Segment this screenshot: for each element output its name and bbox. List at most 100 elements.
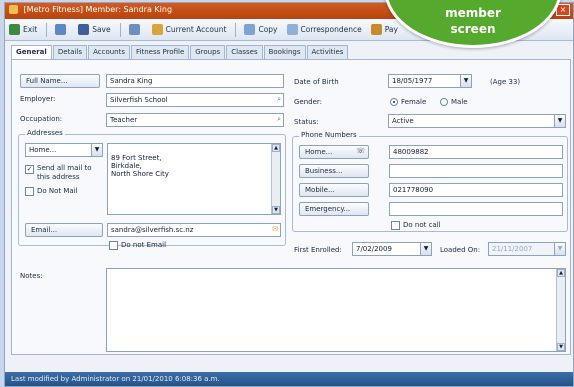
search-icon[interactable]: ⌕ xyxy=(277,95,281,104)
phone-numbers-title: Phone Numbers xyxy=(299,131,359,139)
send-mail-checkbox[interactable]: ✓ xyxy=(25,165,34,174)
first-enrolled-value: 7/02/2009 xyxy=(356,245,392,253)
copy-button[interactable]: Copy xyxy=(244,24,278,35)
address-value: 89 Fort Street, Birkdale, North Shore Ci… xyxy=(111,154,169,178)
employer-value: Silverfish School xyxy=(110,96,168,104)
exit-icon xyxy=(9,24,20,35)
badge-line-1: member xyxy=(445,6,501,20)
addresses-title: Addresses xyxy=(25,129,65,137)
member-window: [Metro Fitness] Member: Sandra King Exit… xyxy=(4,2,574,387)
status-select[interactable]: Active ▼ xyxy=(388,114,566,128)
gender-female-radio[interactable] xyxy=(390,98,398,106)
scroll-up-icon[interactable]: ▲ xyxy=(272,144,280,152)
gender-label: Gender: xyxy=(294,98,323,106)
link-button[interactable] xyxy=(128,24,143,35)
first-enrolled-field[interactable]: 7/02/2009 ▼ xyxy=(352,242,432,256)
occupation-label: Occupation: xyxy=(20,115,63,123)
correspondence-button[interactable]: Correspondence xyxy=(286,24,362,35)
mobile-phone-button[interactable]: Mobile... xyxy=(299,183,369,197)
employer-label: Employer: xyxy=(20,95,56,103)
do-not-email-label: Do not Email xyxy=(121,241,167,249)
badge-line-2: screen xyxy=(450,22,496,36)
phone-numbers-group: Phone Numbers Home... ☏ 48009882 Busines… xyxy=(292,131,568,232)
address-scrollbar[interactable]: ▲ ▼ xyxy=(271,144,280,214)
search-icon[interactable]: ⌕ xyxy=(277,115,281,124)
mobile-phone-field[interactable]: 021778090 xyxy=(389,183,563,197)
copy-icon xyxy=(244,24,256,35)
gender-female-label: Female xyxy=(401,98,427,106)
status-value: Active xyxy=(392,117,414,125)
emergency-phone-field[interactable] xyxy=(389,202,563,216)
email-field[interactable]: sandra@silverfish.sc.nz ✉ xyxy=(107,223,281,237)
home-phone-button[interactable]: Home... ☏ xyxy=(299,145,369,159)
app-icon xyxy=(9,5,18,14)
gender-male-label: Male xyxy=(451,98,468,106)
home-phone-field[interactable]: 48009882 xyxy=(389,145,563,159)
scroll-up-icon[interactable]: ▲ xyxy=(557,269,565,277)
tab-fitness-profile[interactable]: Fitness Profile xyxy=(131,45,190,59)
new-button[interactable] xyxy=(55,24,69,35)
tab-activities[interactable]: Activities xyxy=(306,45,349,59)
window-title: [Metro Fitness] Member: Sandra King xyxy=(23,5,173,14)
tab-general[interactable]: General xyxy=(11,45,52,59)
full-name-button[interactable]: Full Name... xyxy=(20,74,100,88)
address-type-value: Home... xyxy=(29,146,57,154)
tab-bookings[interactable]: Bookings xyxy=(263,45,306,59)
link-icon xyxy=(128,24,140,35)
tab-details[interactable]: Details xyxy=(52,45,88,59)
loaded-on-label: Loaded On: xyxy=(440,246,481,254)
pay-icon xyxy=(370,24,382,35)
age-text: (Age 33) xyxy=(490,78,521,86)
business-phone-button[interactable]: Business... xyxy=(299,164,369,178)
address-type-select[interactable]: Home... ▼ xyxy=(25,143,103,157)
scroll-down-icon[interactable]: ▼ xyxy=(272,206,280,214)
correspondence-icon xyxy=(286,24,298,35)
tab-accounts[interactable]: Accounts xyxy=(88,45,131,59)
dob-value: 18/05/1977 xyxy=(392,77,433,85)
account-icon xyxy=(151,24,163,35)
chevron-down-icon: ▼ xyxy=(554,243,565,255)
send-mail-label: Send all mail to this address xyxy=(37,164,92,181)
send-email-icon[interactable]: ✉ xyxy=(272,225,278,233)
chevron-down-icon[interactable]: ▼ xyxy=(460,75,471,87)
loaded-on-field: 21/11/2007 ▼ xyxy=(488,242,566,256)
notes-label: Notes: xyxy=(20,272,43,280)
full-name-field[interactable]: Sandra King xyxy=(106,74,284,88)
employer-field[interactable]: Silverfish School ⌕ xyxy=(106,93,284,107)
loaded-on-value: 21/11/2007 xyxy=(492,245,533,253)
notes-field[interactable]: ▲ ▼ xyxy=(106,268,566,352)
notes-scrollbar[interactable]: ▲ ▼ xyxy=(556,269,565,351)
gender-male-radio[interactable] xyxy=(440,98,448,106)
tab-groups[interactable]: Groups xyxy=(190,45,226,59)
phone-icon: ☏ xyxy=(356,147,365,155)
addresses-group: Addresses Home... ▼ 89 Fort Street, Birk… xyxy=(18,129,286,250)
email-value: sandra@silverfish.sc.nz xyxy=(111,226,194,234)
exit-button[interactable]: Exit xyxy=(9,24,37,35)
dob-field[interactable]: 18/05/1977 ▼ xyxy=(388,74,472,88)
emergency-phone-button[interactable]: Emergency... xyxy=(299,202,369,216)
chevron-down-icon[interactable]: ▼ xyxy=(420,243,431,255)
toolbar-separator xyxy=(235,22,237,37)
status-label: Status: xyxy=(294,118,319,126)
chevron-down-icon[interactable]: ▼ xyxy=(554,115,565,127)
scroll-down-icon[interactable]: ▼ xyxy=(557,343,565,351)
do-not-mail-checkbox[interactable] xyxy=(25,187,34,196)
current-account-button[interactable]: Current Account xyxy=(151,24,226,35)
do-not-email-checkbox[interactable] xyxy=(109,241,118,250)
occupation-value: Teacher xyxy=(110,116,138,124)
address-field[interactable]: 89 Fort Street, Birkdale, North Shore Ci… xyxy=(107,143,281,215)
toolbar-separator xyxy=(119,22,121,37)
business-phone-field[interactable] xyxy=(389,164,563,178)
occupation-field[interactable]: Teacher ⌕ xyxy=(106,113,284,127)
toolbar-separator xyxy=(46,22,48,37)
chevron-down-icon[interactable]: ▼ xyxy=(91,144,102,156)
do-not-mail-label: Do Not Mail xyxy=(37,187,78,195)
tab-strip: General Details Accounts Fitness Profile… xyxy=(11,45,349,59)
tab-classes[interactable]: Classes xyxy=(226,45,263,59)
email-button[interactable]: Email... xyxy=(25,223,103,237)
general-panel: Full Name... Sandra King Employer: Silve… xyxy=(11,59,571,355)
do-not-call-checkbox[interactable] xyxy=(391,221,400,230)
save-button[interactable]: Save xyxy=(78,24,111,35)
status-bar: Last modified by Administrator on 21/01/… xyxy=(5,372,573,386)
save-icon xyxy=(78,24,90,35)
